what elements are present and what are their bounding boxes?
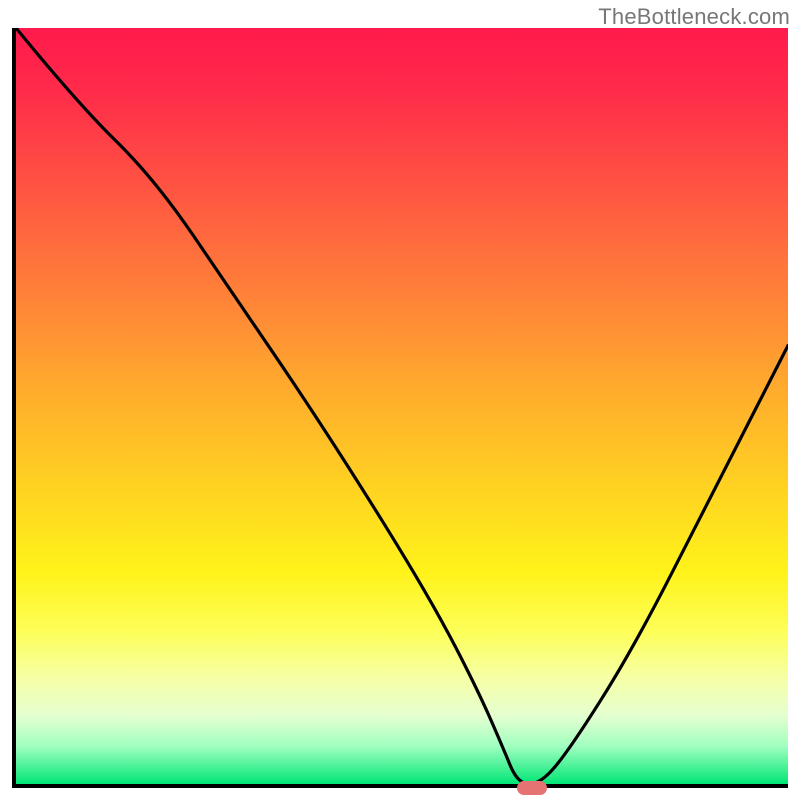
optimal-marker (517, 781, 547, 795)
watermark-text: TheBottleneck.com (598, 4, 790, 30)
bottleneck-chart: TheBottleneck.com (0, 0, 800, 800)
curve-svg (16, 28, 788, 784)
plot-area (12, 28, 788, 788)
bottleneck-curve-path (16, 28, 788, 784)
